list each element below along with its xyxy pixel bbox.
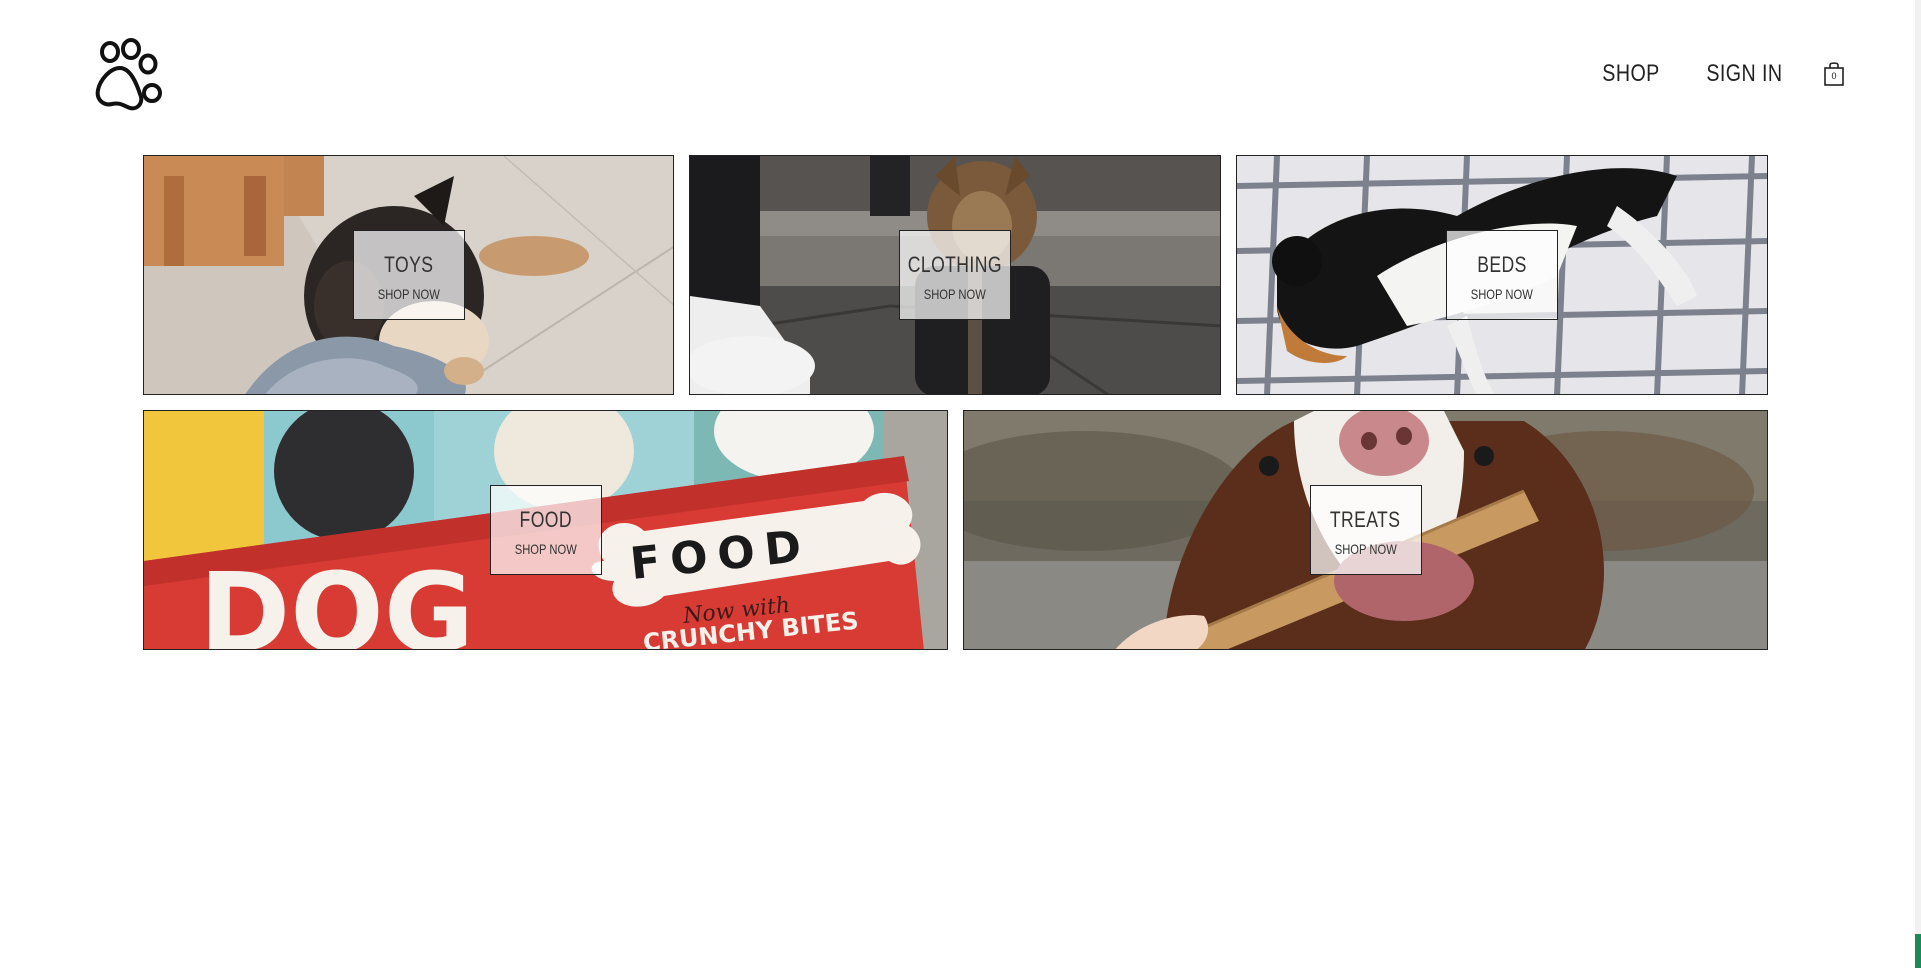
category-label-box[interactable]: BEDS SHOP NOW bbox=[1446, 230, 1558, 320]
category-title: TOYS bbox=[383, 252, 434, 277]
category-tile-treats[interactable]: TREATS SHOP NOW bbox=[963, 410, 1768, 650]
nav-shop-link[interactable]: SHOP bbox=[1602, 60, 1659, 88]
paw-print-icon[interactable] bbox=[92, 38, 168, 114]
site-header: SHOP SIGN IN 0 bbox=[0, 0, 1921, 150]
cart-button[interactable]: 0 bbox=[1823, 61, 1845, 87]
page-scrollbar[interactable] bbox=[1915, 0, 1921, 968]
shop-now-link[interactable]: SHOP NOW bbox=[1471, 286, 1533, 302]
category-label-box[interactable]: CLOTHING SHOP NOW bbox=[899, 230, 1011, 320]
shop-now-link[interactable]: SHOP NOW bbox=[514, 541, 576, 557]
shop-now-link[interactable]: SHOP NOW bbox=[1334, 541, 1396, 557]
shop-now-link[interactable]: SHOP NOW bbox=[377, 286, 439, 302]
category-tile-food[interactable]: DOG FOOD Now with CRUNCHY BITES FOOD SHO… bbox=[143, 410, 948, 650]
shop-now-link[interactable]: SHOP NOW bbox=[924, 286, 986, 302]
svg-text:DOG: DOG bbox=[199, 549, 474, 650]
category-label-box[interactable]: FOOD SHOP NOW bbox=[489, 485, 602, 575]
category-title: TREATS bbox=[1330, 507, 1401, 532]
category-tile-beds[interactable]: BEDS SHOP NOW bbox=[1236, 155, 1768, 395]
scrollbar-accent bbox=[1915, 934, 1921, 968]
category-title: CLOTHING bbox=[907, 252, 1003, 277]
category-label-box[interactable]: TREATS SHOP NOW bbox=[1309, 485, 1422, 575]
nav-sign-in-link[interactable]: SIGN IN bbox=[1707, 60, 1783, 88]
category-title: FOOD bbox=[519, 507, 572, 532]
main-nav: SHOP SIGN IN 0 bbox=[1596, 60, 1845, 88]
category-title: BEDS bbox=[1477, 252, 1527, 277]
cart-count: 0 bbox=[1831, 71, 1837, 81]
category-label-box[interactable]: TOYS SHOP NOW bbox=[352, 230, 465, 320]
category-tile-toys[interactable]: TOYS SHOP NOW bbox=[143, 155, 674, 395]
category-tile-clothing[interactable]: CLOTHING SHOP NOW bbox=[689, 155, 1221, 395]
